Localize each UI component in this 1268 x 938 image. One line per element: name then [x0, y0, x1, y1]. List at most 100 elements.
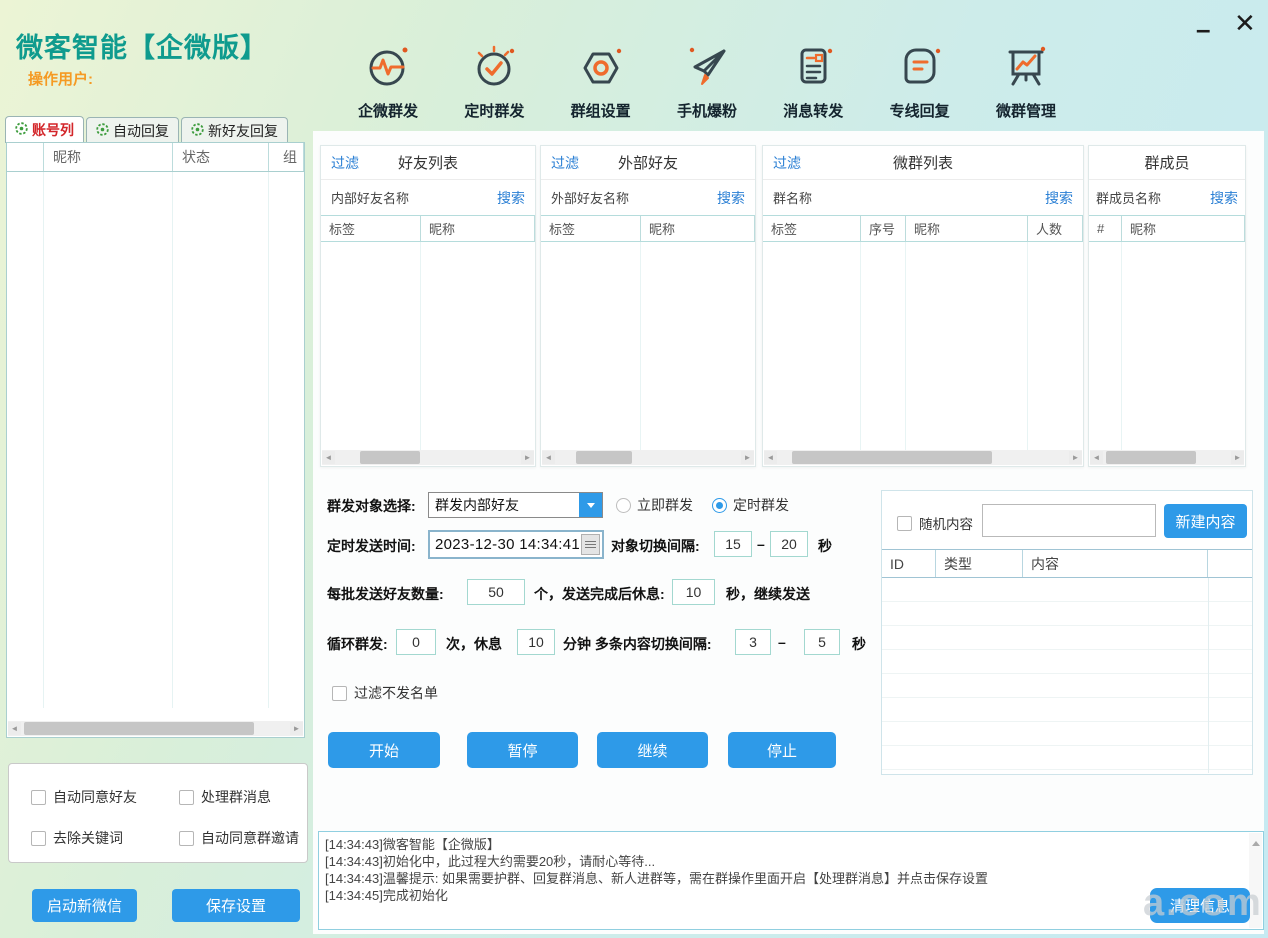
scroll-left-arrow-icon[interactable]: ◄	[1090, 451, 1103, 464]
scroll-thumb[interactable]	[24, 722, 254, 735]
column-header[interactable]	[7, 143, 44, 171]
column-header-nickname[interactable]: 昵称	[1122, 216, 1245, 241]
checkbox[interactable]	[31, 830, 46, 846]
start-button[interactable]: 开始	[328, 732, 440, 768]
panel-hscrollbar[interactable]: ◄ ►	[322, 450, 534, 465]
start-new-wechat-button[interactable]: 启动新微信	[32, 889, 137, 922]
panel-table-body[interactable]	[763, 242, 1083, 450]
column-header-index[interactable]: #	[1089, 216, 1122, 241]
search-link[interactable]: 搜索	[497, 188, 525, 208]
column-header-count[interactable]: 人数	[1028, 216, 1083, 241]
close-button[interactable]: ✕	[1234, 10, 1256, 36]
checkbox[interactable]	[179, 830, 194, 846]
batch-count-input[interactable]	[467, 579, 525, 605]
toolbar-item-timed-mass-send[interactable]: 定时群发	[456, 42, 532, 121]
loop-count-input[interactable]	[396, 629, 436, 655]
scroll-left-arrow-icon[interactable]: ◄	[8, 722, 21, 735]
option-auto-accept-friend[interactable]: 自动同意好友	[31, 787, 137, 807]
scroll-right-arrow-icon[interactable]: ►	[741, 451, 754, 464]
panel-table-body[interactable]	[321, 242, 535, 450]
calendar-icon[interactable]	[581, 534, 600, 555]
scroll-thumb[interactable]	[576, 451, 632, 464]
batch-rest-input[interactable]	[672, 579, 715, 605]
tab-account-list[interactable]: 账号列	[5, 116, 84, 143]
panel-table-body[interactable]	[1089, 242, 1245, 450]
checkbox[interactable]	[179, 789, 194, 805]
checkbox[interactable]	[332, 685, 347, 701]
panel-table-body[interactable]	[541, 242, 755, 450]
interval-max-input[interactable]	[770, 531, 808, 557]
column-header-nickname[interactable]: 昵称	[421, 216, 535, 241]
scroll-thumb[interactable]	[792, 451, 992, 464]
column-header-tag[interactable]: 标签	[321, 216, 421, 241]
log-area[interactable]: [14:34:43]微客智能【企微版】 [14:34:43]初始化中，此过程大约…	[318, 831, 1264, 930]
datetime-input[interactable]: 2023-12-30 14:34:41	[428, 530, 604, 559]
checkbox[interactable]	[897, 515, 912, 531]
toolbar-item-qiwei-mass-send[interactable]: 企微群发	[350, 42, 426, 121]
radio-icon[interactable]	[616, 497, 631, 513]
continue-button[interactable]: 继续	[597, 732, 708, 768]
target-select-dropdown[interactable]: 群发内部好友	[428, 492, 603, 518]
toolbar-item-line-reply[interactable]: 专线回复	[882, 42, 958, 121]
search-link[interactable]: 搜索	[1045, 188, 1073, 208]
column-header-status[interactable]: 状态	[173, 143, 269, 171]
column-header-group[interactable]: 组	[269, 143, 304, 171]
column-header-nickname[interactable]: 昵称	[906, 216, 1028, 241]
scroll-left-arrow-icon[interactable]: ◄	[764, 451, 777, 464]
filter-link[interactable]: 过滤	[331, 153, 359, 173]
column-header-id[interactable]: ID	[882, 550, 936, 577]
option-filter-no-send-list[interactable]: 过滤不发名单	[332, 683, 438, 703]
option-remove-keywords[interactable]: 去除关键词	[31, 828, 123, 848]
account-table-hscrollbar[interactable]: ◄ ►	[8, 721, 303, 736]
scroll-thumb[interactable]	[1106, 451, 1196, 464]
column-header-index[interactable]: 序号	[861, 216, 906, 241]
toolbar-item-group-manage[interactable]: 微群管理	[988, 42, 1064, 121]
tab-auto-reply[interactable]: 自动回复	[86, 117, 179, 143]
panel-hscrollbar[interactable]: ◄ ►	[1090, 450, 1244, 465]
scroll-left-arrow-icon[interactable]: ◄	[322, 451, 335, 464]
stop-button[interactable]: 停止	[728, 732, 836, 768]
new-content-button[interactable]: 新建内容	[1164, 504, 1247, 538]
tab-new-friend-reply[interactable]: 新好友回复	[181, 117, 288, 143]
radio-send-now[interactable]: 立即群发	[616, 495, 693, 515]
switch-min-input[interactable]	[735, 629, 771, 655]
scroll-left-arrow-icon[interactable]: ◄	[542, 451, 555, 464]
chevron-down-icon[interactable]	[579, 493, 602, 517]
panel-hscrollbar[interactable]: ◄ ►	[764, 450, 1082, 465]
column-header-extra[interactable]	[1208, 550, 1252, 577]
column-header-tag[interactable]: 标签	[541, 216, 641, 241]
minimize-button[interactable]: –	[1196, 16, 1210, 42]
column-header-nickname[interactable]: 昵称	[641, 216, 755, 241]
account-table-body[interactable]	[7, 172, 304, 708]
option-random-content[interactable]: 随机内容	[897, 513, 973, 533]
filter-link[interactable]: 过滤	[773, 153, 801, 173]
radio-selected-icon[interactable]	[712, 497, 727, 513]
column-header-content[interactable]: 内容	[1023, 550, 1208, 577]
pause-button[interactable]: 暂停	[467, 732, 578, 768]
save-settings-button[interactable]: 保存设置	[172, 889, 300, 922]
toolbar-item-group-settings[interactable]: 群组设置	[563, 42, 639, 121]
toolbar-item-message-forward[interactable]: 消息转发	[775, 42, 851, 121]
content-input[interactable]	[982, 504, 1156, 537]
loop-rest-input[interactable]	[517, 629, 555, 655]
scroll-right-arrow-icon[interactable]: ►	[1231, 451, 1244, 464]
scroll-right-arrow-icon[interactable]: ►	[521, 451, 534, 464]
panel-hscrollbar[interactable]: ◄ ►	[542, 450, 754, 465]
column-header-tag[interactable]: 标签	[763, 216, 861, 241]
interval-min-input[interactable]	[714, 531, 752, 557]
option-auto-accept-group-invite[interactable]: 自动同意群邀请	[179, 828, 299, 848]
search-link[interactable]: 搜索	[717, 188, 745, 208]
checkbox[interactable]	[31, 789, 46, 805]
log-vscrollbar[interactable]	[1249, 833, 1262, 928]
clear-log-button[interactable]: 清理信息	[1150, 888, 1250, 923]
toolbar-item-phone-fans[interactable]: 手机爆粉	[669, 42, 745, 121]
scroll-right-arrow-icon[interactable]: ►	[1069, 451, 1082, 464]
column-header-type[interactable]: 类型	[936, 550, 1023, 577]
option-handle-group-message[interactable]: 处理群消息	[179, 787, 271, 807]
content-table-body[interactable]	[882, 578, 1252, 773]
scroll-thumb[interactable]	[360, 451, 420, 464]
switch-max-input[interactable]	[804, 629, 840, 655]
scroll-right-arrow-icon[interactable]: ►	[290, 722, 303, 735]
column-header-nickname[interactable]: 昵称	[44, 143, 173, 171]
radio-send-timed[interactable]: 定时群发	[712, 495, 789, 515]
